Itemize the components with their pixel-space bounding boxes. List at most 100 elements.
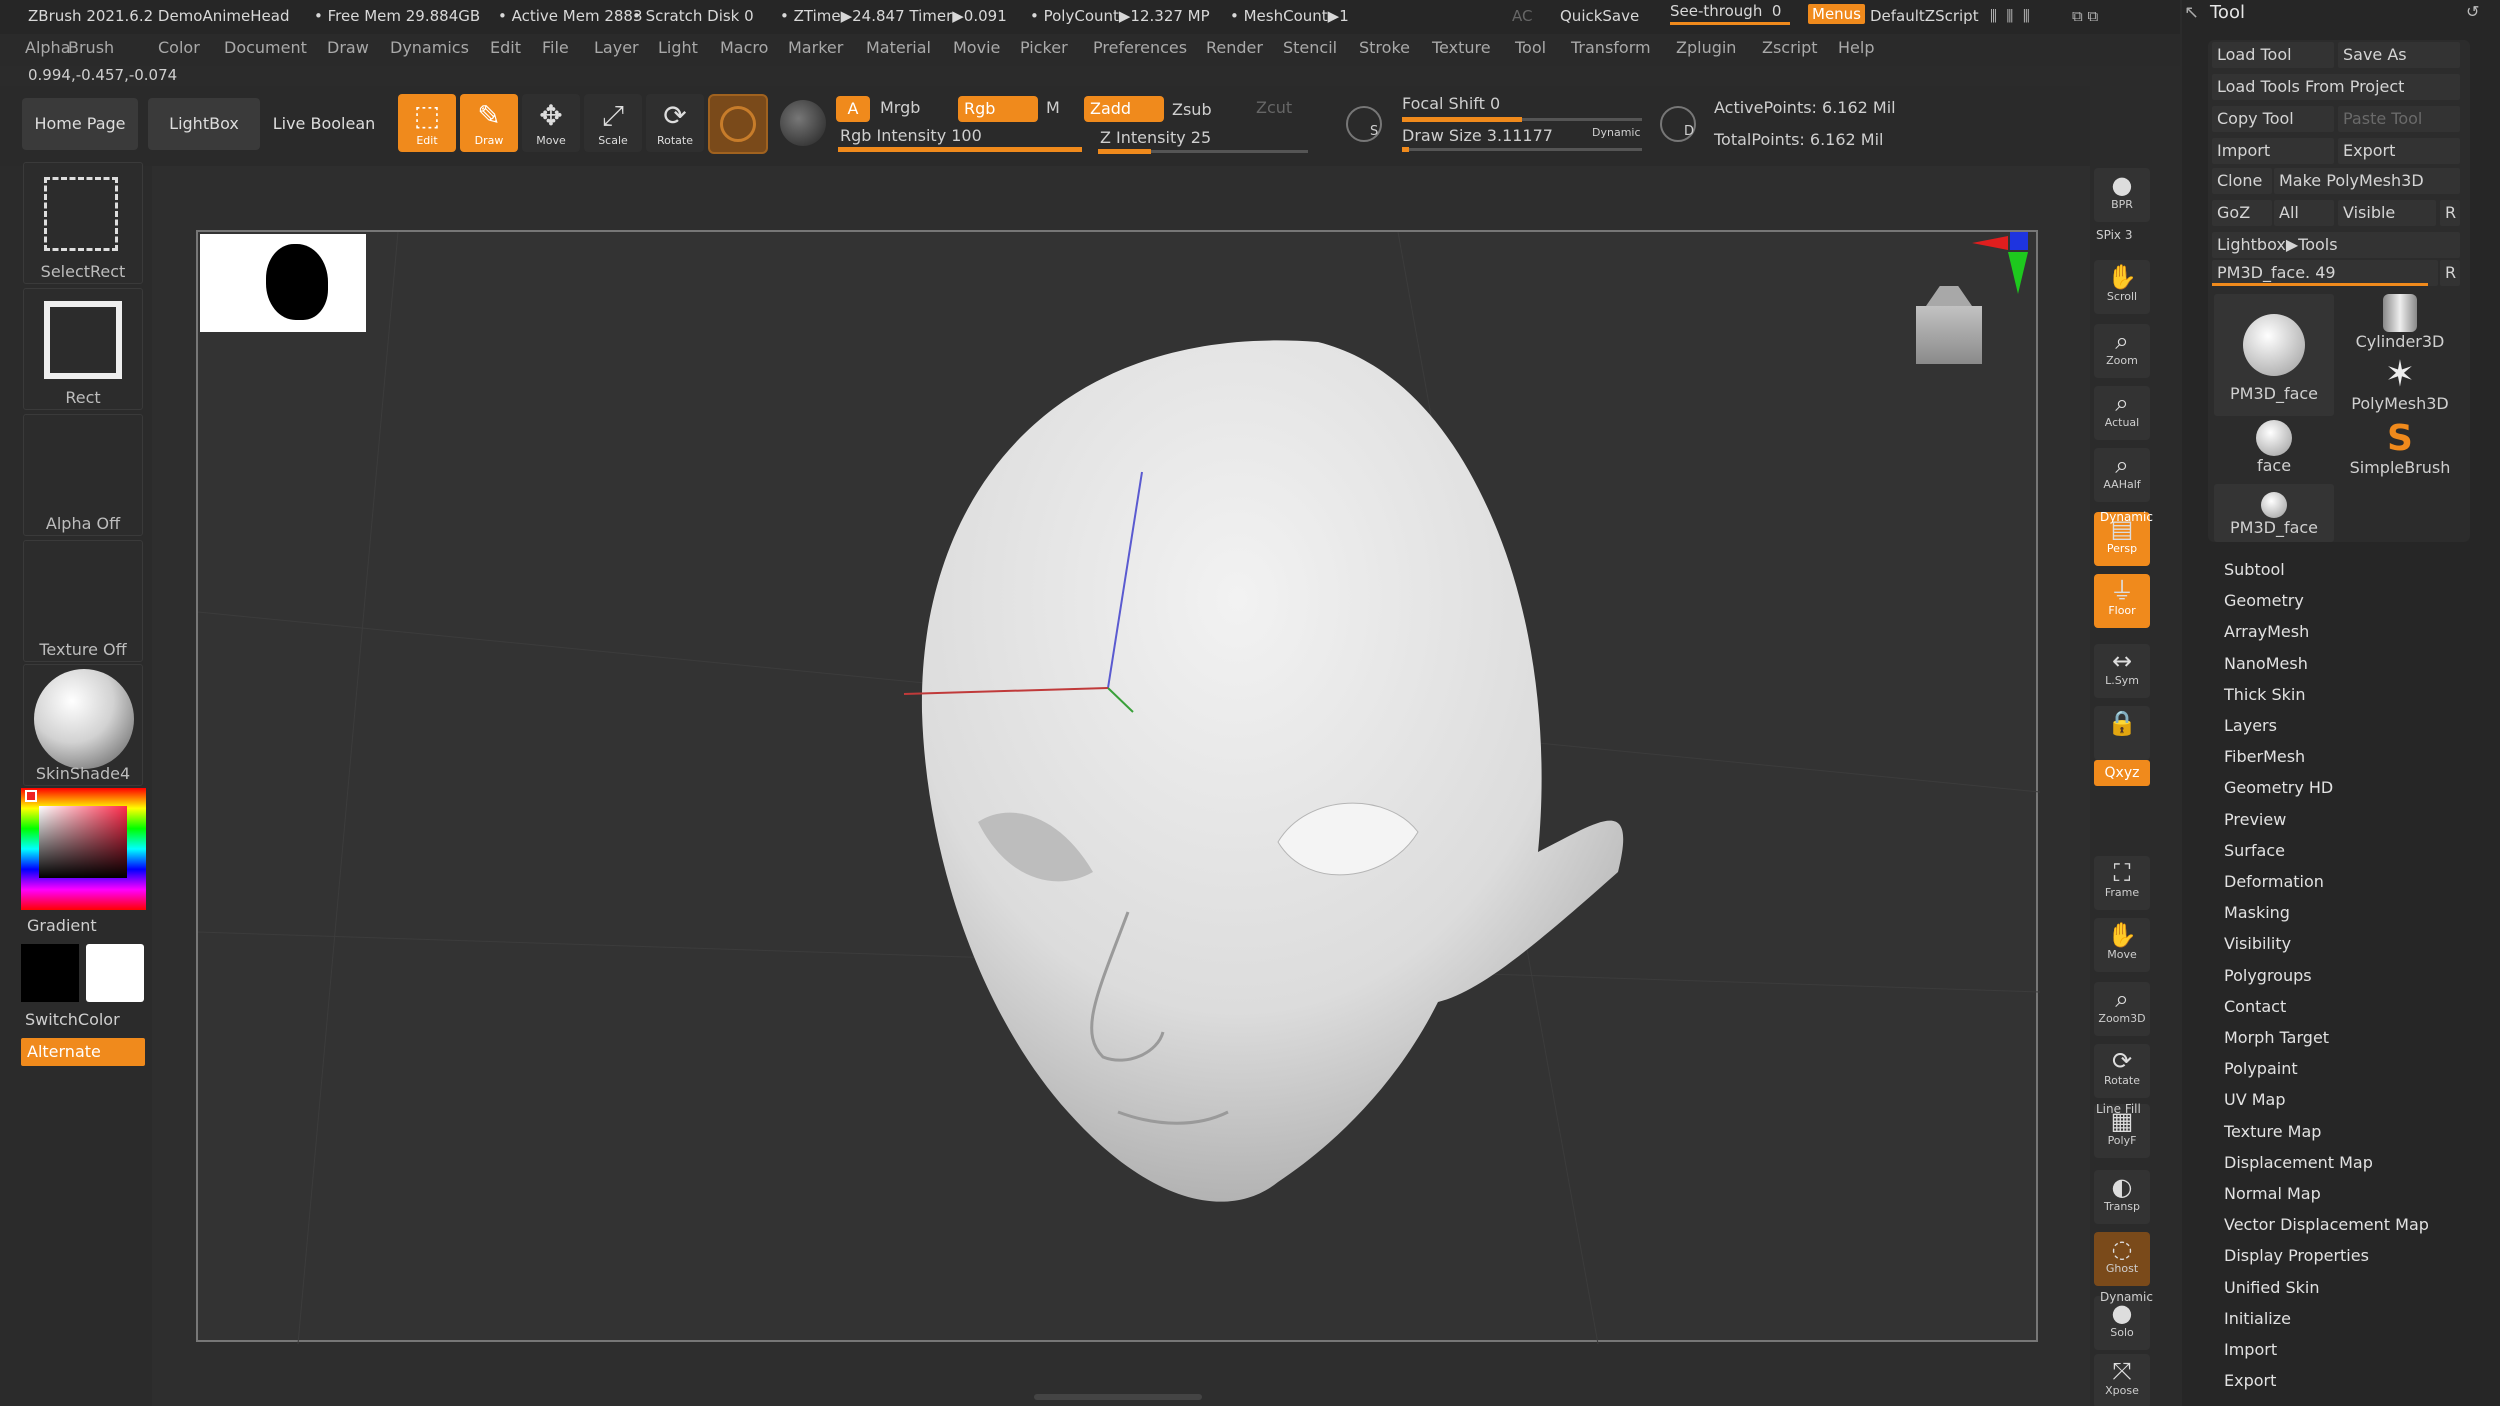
thumb-cylinder3d[interactable]: Cylinder3D — [2340, 294, 2460, 354]
menu-movie[interactable]: Movie — [953, 38, 1000, 57]
right-shelf-move-button[interactable]: ✋ Move — [2094, 918, 2150, 972]
thumb-simplebrush[interactable]: S SimpleBrush — [2340, 420, 2460, 480]
live-boolean-button[interactable]: Live Boolean — [268, 98, 380, 150]
right-shelf-aahalf-button[interactable]: ⌕ AAHalf — [2094, 448, 2150, 502]
menu-help[interactable]: Help — [1838, 38, 1874, 57]
tool-section-visibility[interactable]: Visibility — [2224, 934, 2291, 953]
right-shelf-transp-button[interactable]: ◐ Transp — [2094, 1170, 2150, 1224]
rgb-intensity-slider[interactable] — [838, 147, 1082, 152]
right-shelf-bpr-button[interactable]: ● BPR — [2094, 168, 2150, 222]
menu-brush[interactable]: Brush — [68, 38, 114, 57]
clone-button[interactable]: Clone — [2212, 168, 2272, 194]
home-page-button[interactable]: Home Page — [22, 98, 138, 150]
tool-section-vector-displacement-map[interactable]: Vector Displacement Map — [2224, 1215, 2429, 1234]
right-shelf-frame-button[interactable]: ⛶ Frame — [2094, 856, 2150, 910]
stroke-icon[interactable] — [780, 100, 826, 146]
tool-section-deformation[interactable]: Deformation — [2224, 872, 2324, 891]
menu-zplugin[interactable]: Zplugin — [1676, 38, 1736, 57]
lightbox-button[interactable]: LightBox — [148, 98, 260, 150]
menu-layer[interactable]: Layer — [594, 38, 639, 57]
right-shelf-actual-button[interactable]: ⌕ Actual — [2094, 386, 2150, 440]
menu-stroke[interactable]: Stroke — [1359, 38, 1410, 57]
tool-section-surface[interactable]: Surface — [2224, 841, 2285, 860]
right-shelf-zoom-button[interactable]: ⌕ Zoom — [2094, 324, 2150, 378]
bottom-tray-handle[interactable] — [1034, 1394, 1202, 1400]
tool-r-button[interactable]: R — [2440, 260, 2460, 286]
alternate-button[interactable]: Alternate — [21, 1038, 145, 1066]
tool-section-geometry[interactable]: Geometry — [2224, 591, 2304, 610]
menu-transform[interactable]: Transform — [1571, 38, 1651, 57]
menu-dynamics[interactable]: Dynamics — [390, 38, 469, 57]
menu-preferences[interactable]: Preferences — [1093, 38, 1187, 57]
make-polymesh-button[interactable]: Make PolyMesh3D — [2274, 168, 2460, 194]
current-tool-slider[interactable]: PM3D_face. 49 — [2212, 260, 2438, 286]
right-shelf-ghost-button[interactable]: ◌ Ghost — [2094, 1232, 2150, 1286]
tool-section-displacement-map[interactable]: Displacement Map — [2224, 1153, 2373, 1172]
right-shelf-zoom3d-button[interactable]: ⌕ Zoom3D — [2094, 982, 2150, 1036]
ac-button[interactable]: AC — [1512, 7, 1532, 25]
tool-section-unified-skin[interactable]: Unified Skin — [2224, 1278, 2319, 1297]
menu-edit[interactable]: Edit — [490, 38, 521, 57]
tool-section-import[interactable]: Import — [2224, 1340, 2277, 1359]
gradient-label[interactable]: Gradient — [27, 916, 97, 935]
right-shelf-solo-button[interactable]: ● Solo — [2094, 1296, 2150, 1350]
right-shelf-floor-button[interactable]: ⏚ Floor — [2094, 574, 2150, 628]
alpha-tile[interactable]: Alpha Off — [23, 414, 143, 536]
tool-section-morph-target[interactable]: Morph Target — [2224, 1028, 2329, 1047]
tool-section-normal-map[interactable]: Normal Map — [2224, 1184, 2321, 1203]
tool-section-initialize[interactable]: Initialize — [2224, 1309, 2291, 1328]
move-button[interactable]: ✥ Move — [522, 94, 580, 152]
tool-section-polygroups[interactable]: Polygroups — [2224, 966, 2312, 985]
tool-section-masking[interactable]: Masking — [2224, 903, 2290, 922]
thumb-pm3d-face[interactable]: PM3D_face — [2214, 294, 2334, 416]
xyz-symmetry-button[interactable]: Qxyz — [2094, 760, 2150, 786]
menu-macro[interactable]: Macro — [720, 38, 768, 57]
tool-section-layers[interactable]: Layers — [2224, 716, 2277, 735]
tool-section-polypaint[interactable]: Polypaint — [2224, 1059, 2298, 1078]
right-shelf-rotate-button[interactable]: ⟳ Rotate — [2094, 1044, 2150, 1098]
rotate-button[interactable]: ⟳ Rotate — [646, 94, 704, 152]
right-shelf-lock-button[interactable]: 🔒 — [2094, 706, 2150, 760]
dynamic-persp-label[interactable]: Dynamic — [2100, 510, 2153, 524]
draw-button[interactable]: ✎ Draw — [460, 94, 518, 152]
m-button[interactable]: M — [1046, 98, 1060, 117]
menu-texture[interactable]: Texture — [1432, 38, 1491, 57]
thumb-face[interactable]: face — [2214, 420, 2334, 480]
menu-render[interactable]: Render — [1206, 38, 1263, 57]
tool-section-fibermesh[interactable]: FiberMesh — [2224, 747, 2305, 766]
tool-section-subtool[interactable]: Subtool — [2224, 560, 2285, 579]
spix-slider[interactable]: SPix 3 — [2096, 228, 2132, 242]
dynamic-toggle[interactable]: Dynamic — [1592, 126, 1641, 139]
material-sphere-button[interactable] — [708, 94, 768, 154]
menu-marker[interactable]: Marker — [788, 38, 843, 57]
see-through-slider[interactable]: See-through 0 — [1670, 2, 1790, 25]
view-cube[interactable] — [1912, 286, 1986, 370]
menu-picker[interactable]: Picker — [1020, 38, 1068, 57]
menus-button[interactable]: Menus — [1808, 4, 1865, 24]
menu-light[interactable]: Light — [658, 38, 698, 57]
edit-button[interactable]: ⬚ Edit — [398, 94, 456, 152]
right-shelf-xpose-button[interactable]: ⤧ Xpose — [2094, 1354, 2150, 1406]
select-rect-tile[interactable]: SelectRect — [23, 162, 143, 284]
mrgb-button[interactable]: Mrgb — [880, 98, 920, 117]
tool-section-thick-skin[interactable]: Thick Skin — [2224, 685, 2306, 704]
tool-section-arraymesh[interactable]: ArrayMesh — [2224, 622, 2309, 641]
dynamic-solo-label[interactable]: Dynamic — [2100, 1290, 2153, 1304]
material-tile[interactable]: SkinShade4 — [23, 664, 143, 786]
goz-r-button[interactable]: R — [2440, 200, 2460, 226]
import-tool-button[interactable]: Import — [2212, 138, 2334, 164]
pin-icon[interactable]: ↖ — [2184, 2, 2199, 23]
thumb-polymesh3d[interactable]: ✶ PolyMesh3D — [2340, 356, 2460, 416]
focal-shift-icon[interactable]: S — [1346, 106, 1382, 142]
layout-icons[interactable]: ⫼ ⫼ ⫼ — [1990, 7, 2030, 25]
menu-document[interactable]: Document — [224, 38, 307, 57]
tool-section-geometry-hd[interactable]: Geometry HD — [2224, 778, 2333, 797]
tool-section-nanomesh[interactable]: NanoMesh — [2224, 654, 2308, 673]
menu-stencil[interactable]: Stencil — [1283, 38, 1337, 57]
window-icons[interactable]: ⧉ ⧉ — [2072, 7, 2098, 25]
canvas[interactable] — [196, 230, 2040, 1344]
scale-button[interactable]: ⤢ Scale — [584, 94, 642, 152]
load-tools-from-project-button[interactable]: Load Tools From Project — [2212, 74, 2460, 100]
focal-shift-slider[interactable] — [1402, 117, 1642, 122]
tool-section-contact[interactable]: Contact — [2224, 997, 2286, 1016]
